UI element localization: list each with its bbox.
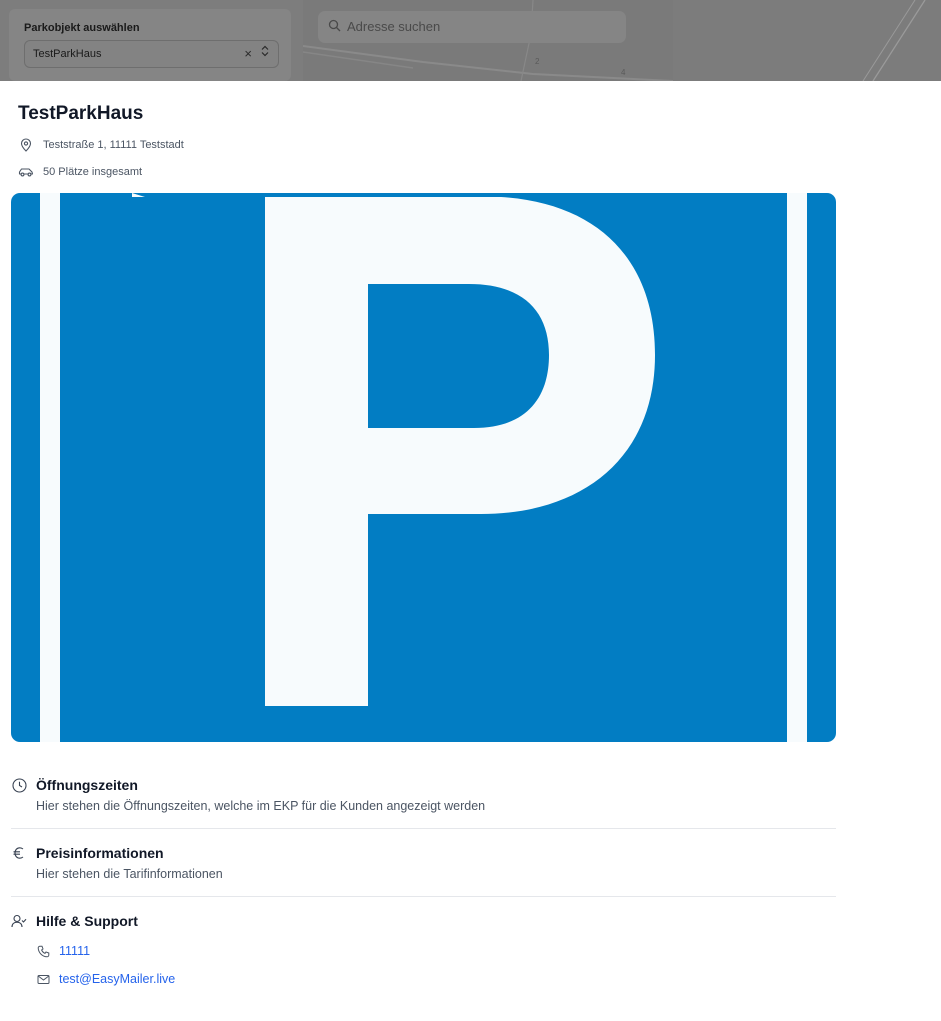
address-search-input[interactable]: Adresse suchen [318, 11, 626, 43]
svg-text:2: 2 [535, 57, 540, 66]
email-link[interactable]: test@EasyMailer.live [36, 972, 175, 986]
chevron-updown-icon[interactable] [261, 45, 269, 58]
divider [11, 828, 836, 829]
map-pin-icon [18, 137, 34, 153]
search-icon [328, 19, 341, 37]
object-select[interactable]: TestParkHaus × [24, 40, 279, 68]
mail-icon [36, 972, 50, 986]
support-header: Hilfe & Support [11, 913, 836, 929]
svg-text:4: 4 [621, 68, 626, 77]
price-info-description: Hier stehen die Tarifinformationen [36, 867, 223, 881]
address-search-placeholder: Adresse suchen [347, 19, 441, 34]
phone-number[interactable]: 11111 [59, 944, 90, 958]
spaces-text: 50 Plätze insgesamt [43, 166, 143, 178]
parking-title: TestParkHaus [18, 103, 144, 124]
opening-hours-section: Öffnungszeiten Hier stehen die Öffnungsz… [11, 777, 836, 813]
price-info-title: Preisinformationen [36, 845, 164, 861]
spaces-row: 50 Plätze insgesamt [18, 164, 142, 180]
parking-detail-sheet: TestParkHaus Teststraße 1, 11111 Teststa… [0, 81, 941, 1021]
price-info-section: Preisinformationen Hier stehen die Tarif… [11, 845, 836, 881]
address-text: Teststraße 1, 11111 Teststadt [43, 139, 184, 151]
page: Parkobjekt auswählen TestParkHaus × 2 4 [0, 0, 941, 1021]
divider [11, 896, 836, 897]
car-icon [18, 164, 34, 180]
opening-hours-header: Öffnungszeiten [11, 777, 836, 793]
address-row: Teststraße 1, 11111 Teststadt [18, 137, 184, 153]
user-check-icon [11, 913, 27, 929]
phone-icon [36, 944, 50, 958]
opening-hours-description: Hier stehen die Öffnungszeiten, welche i… [36, 799, 486, 813]
email-address[interactable]: test@EasyMailer.live [59, 972, 175, 986]
price-info-header: Preisinformationen [11, 845, 836, 861]
phone-link[interactable]: 11111 [36, 944, 90, 958]
clear-icon[interactable]: × [244, 46, 252, 61]
object-selector-label: Parkobjekt auswählen [24, 22, 140, 34]
parking-sign-image [11, 193, 836, 742]
map-view-right[interactable] [673, 0, 941, 82]
euro-icon [11, 845, 27, 861]
object-select-value: TestParkHaus [33, 48, 102, 60]
support-title: Hilfe & Support [36, 913, 138, 929]
clock-icon [11, 777, 27, 793]
support-section: Hilfe & Support [11, 913, 836, 929]
opening-hours-title: Öffnungszeiten [36, 777, 138, 793]
